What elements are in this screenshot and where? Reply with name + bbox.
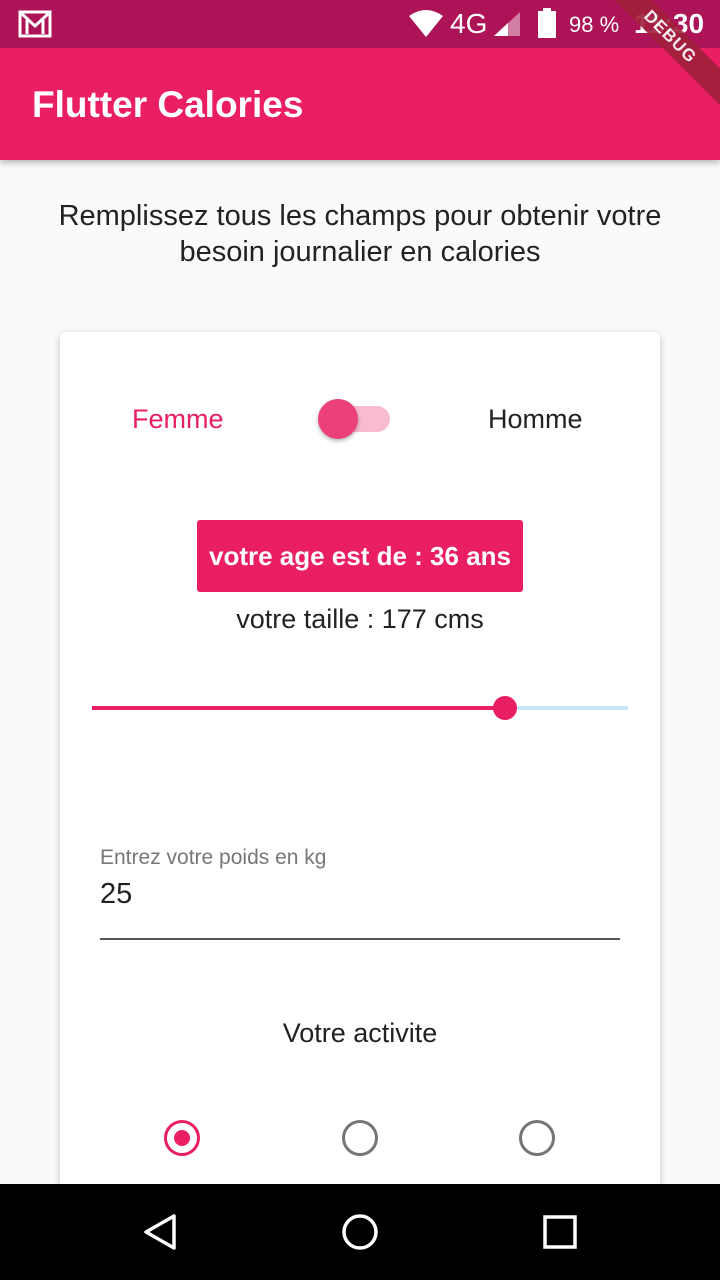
wifi-icon [409,10,443,37]
weight-underline [100,938,620,940]
network-label: 4G [450,8,488,39]
gmail-icon [18,10,52,38]
slider-inactive-track [505,706,628,710]
height-slider[interactable] [92,694,628,724]
age-button[interactable]: votre age est de : 36 ans [197,520,523,592]
navigation-bar [0,1184,720,1280]
app-title: Flutter Calories [32,84,304,125]
activity-radio-2[interactable] [342,1120,378,1156]
signal-icon [494,12,520,36]
status-bar: 4G 98 % 11:30 [0,0,720,48]
gender-female-label: Femme [132,404,224,434]
activity-radio-1[interactable] [164,1120,200,1156]
activity-radio-3[interactable] [519,1120,555,1156]
switch-thumb[interactable] [318,399,358,439]
gender-switch[interactable] [318,398,392,440]
gender-male-label: Homme [488,404,583,434]
battery-label: 98 % [569,12,620,37]
battery-icon [538,8,556,38]
calorie-form-card: Femme Homme votre age est de : 36 ans vo… [60,332,660,1232]
weight-input[interactable]: 25 [100,878,132,911]
intro-text: Remplissez tous les champs pour obtenir … [58,200,662,268]
home-icon[interactable] [340,1212,380,1252]
activity-label: Votre activite [282,1018,438,1048]
recents-icon[interactable] [540,1212,580,1252]
app-bar: Flutter Calories [0,48,720,160]
height-label: votre taille : 177 cms [236,604,484,634]
back-icon[interactable] [140,1212,180,1252]
weight-field-label: Entrez votre poids en kg [100,846,327,869]
weight-field[interactable]: Entrez votre poids en kg 25 [100,846,620,940]
slider-active-track [92,706,505,710]
slider-thumb[interactable] [493,696,517,720]
